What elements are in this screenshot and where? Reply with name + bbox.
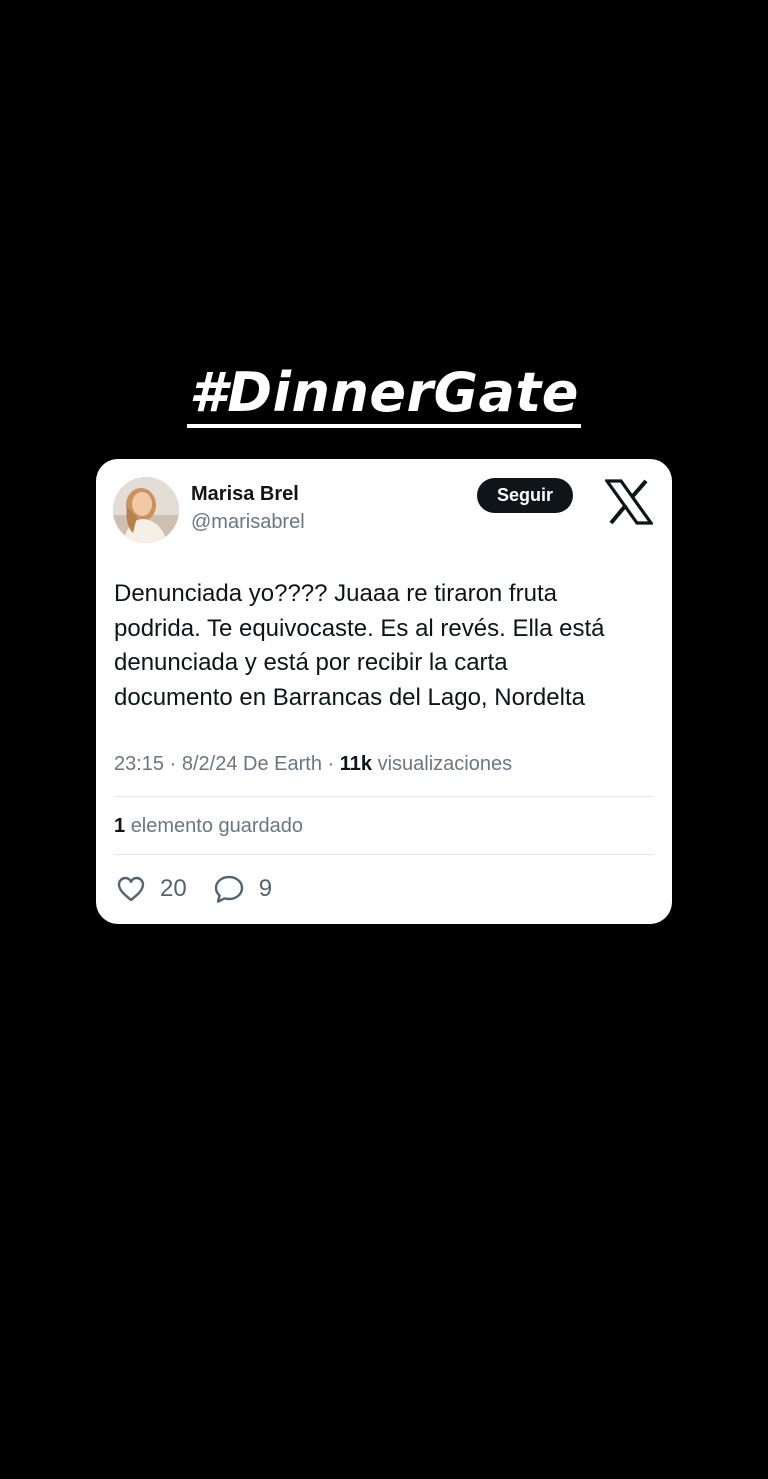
post-text: Denunciada yo???? Juaaa re tiraron fruta…	[114, 580, 605, 711]
meta-separator: ·	[164, 753, 182, 775]
views-label: visualizaciones	[377, 753, 513, 775]
avatar[interactable]	[113, 477, 179, 543]
meta-separator: ·	[321, 753, 340, 775]
story-hashtag-title: #DinnerGate	[0, 362, 768, 428]
divider	[114, 796, 654, 797]
views-count: 11k	[339, 753, 372, 775]
author-handle[interactable]: @marisabrel	[191, 511, 305, 534]
reply-button[interactable]: 9	[213, 874, 272, 904]
like-button[interactable]: 20	[116, 875, 187, 903]
x-logo-icon[interactable]	[603, 479, 655, 525]
post-source: De Earth	[243, 753, 322, 775]
like-count: 20	[160, 875, 187, 902]
saved-count-row[interactable]: 1 elemento guardado	[114, 815, 303, 838]
saved-label: elemento guardado	[130, 815, 304, 837]
heart-icon	[117, 876, 145, 902]
post-time[interactable]: 23:15	[114, 753, 164, 775]
post-card[interactable]: Marisa Brel @marisabrel Seguir Denunciad…	[96, 459, 672, 924]
comment-icon	[214, 875, 243, 903]
post-date[interactable]: 8/2/24	[182, 753, 238, 775]
reply-count: 9	[258, 875, 273, 902]
post-meta: 23:15 · 8/2/24 De Earth · 11k visualizac…	[114, 753, 512, 776]
author-name[interactable]: Marisa Brel	[191, 483, 299, 506]
avatar-photo-icon	[113, 477, 179, 543]
divider	[114, 854, 654, 855]
hashtag-text: #DinnerGate	[187, 362, 581, 428]
follow-button[interactable]: Seguir	[477, 478, 573, 513]
saved-count: 1	[114, 815, 126, 837]
post-actions: 20 9	[116, 872, 298, 906]
